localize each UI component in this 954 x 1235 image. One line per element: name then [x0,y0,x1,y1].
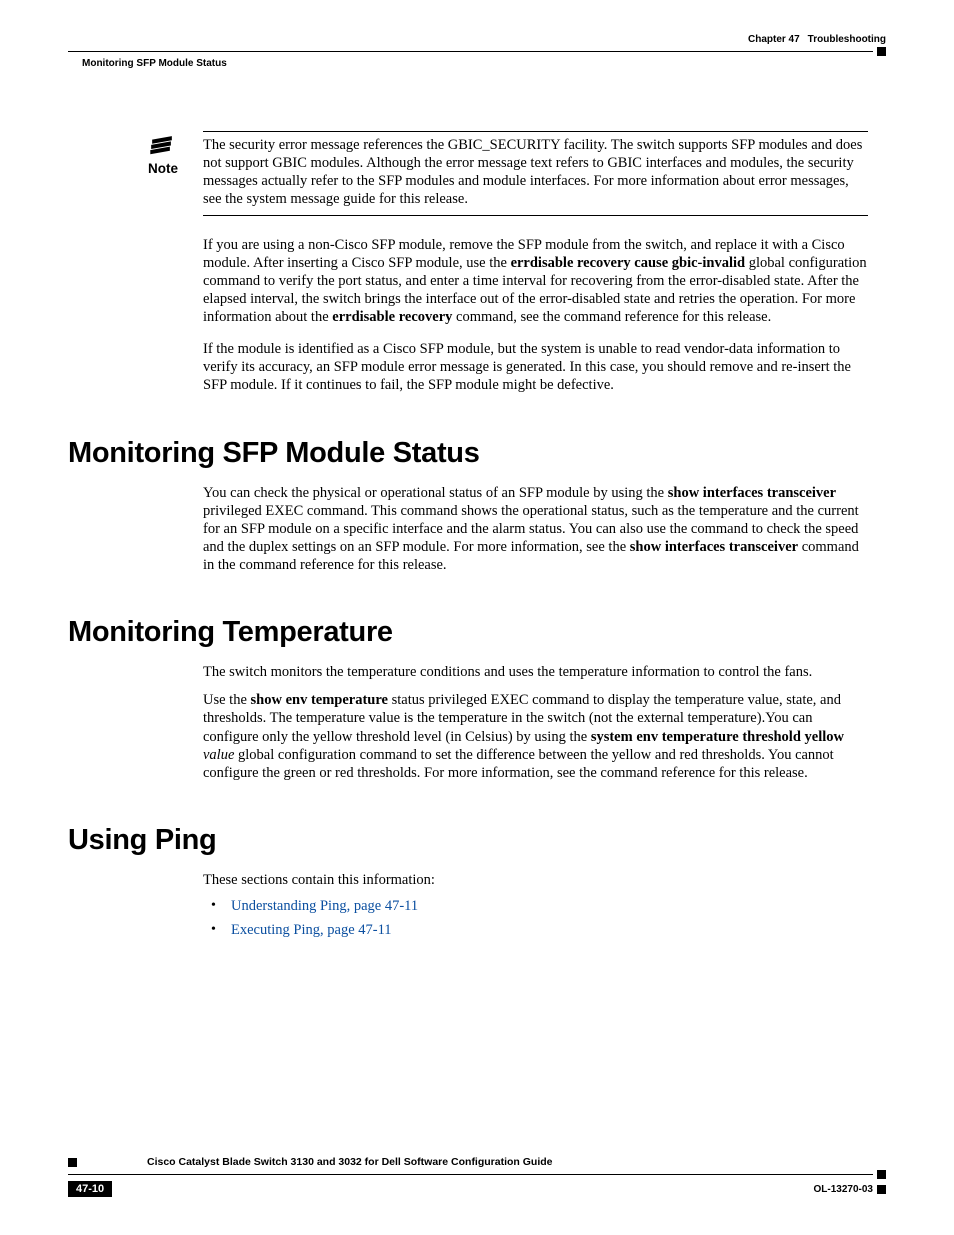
header-rule [68,51,873,52]
note-rule-top [203,131,868,132]
text-fragment: global configuration command to set the … [203,747,834,781]
body-paragraph: These sections contain this information: [203,871,868,889]
body-paragraph: Use the show env temperature status priv… [203,691,868,782]
command-text: errdisable recovery cause gbic-invalid [511,255,746,271]
cross-ref-link[interactable]: Understanding Ping, page 47-11 [231,898,418,914]
pencil-note-icon [150,134,174,156]
body-paragraph: If the module is identified as a Cisco S… [203,340,868,394]
text-fragment: You can check the physical or operationa… [203,485,668,501]
section-heading-temperature: Monitoring Temperature [68,616,868,649]
body-paragraph: The switch monitors the temperature cond… [203,663,868,681]
document-id: OL-13270-03 [814,1184,873,1195]
command-text: system env temperature threshold yellow [591,729,844,745]
chapter-label: Chapter 47 [748,34,800,45]
section-heading-sfp: Monitoring SFP Module Status [68,437,868,470]
cross-ref-link[interactable]: Executing Ping, page 47-11 [231,922,392,938]
corner-block-icon [68,1158,77,1167]
running-head-left: Monitoring SFP Module Status [68,58,227,69]
section-heading-ping: Using Ping [68,824,868,857]
command-text: show interfaces transceiver [668,485,836,501]
list-item: Executing Ping, page 47-11 [203,921,868,939]
corner-block-icon [877,1170,886,1179]
list-item: Understanding Ping, page 47-11 [203,897,868,915]
text-fragment: command, see the command reference for t… [452,309,771,325]
command-text: show env temperature [251,692,388,708]
note-label: Note [148,161,203,176]
body-paragraph: If you are using a non-Cisco SFP module,… [203,236,868,327]
text-fragment: Use the [203,692,251,708]
corner-block-icon [877,1185,886,1194]
note-rule-bottom [203,215,868,216]
page-number: 47-10 [68,1181,112,1197]
command-text: show interfaces transceiver [630,539,798,555]
corner-block-icon [877,47,886,56]
body-paragraph: You can check the physical or operationa… [203,484,868,575]
note-text: The security error message references th… [203,136,868,209]
value-placeholder: value [203,747,234,763]
footer-guide-title: Cisco Catalyst Blade Switch 3130 and 303… [77,1156,886,1168]
command-text: errdisable recovery [332,309,452,325]
footer-rule [68,1174,873,1175]
chapter-title: Troubleshooting [808,34,886,45]
